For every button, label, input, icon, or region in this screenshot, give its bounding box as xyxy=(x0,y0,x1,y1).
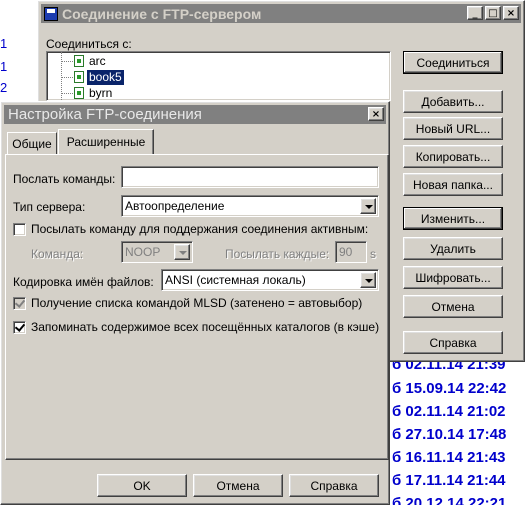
edit-button[interactable]: Изменить... xyxy=(403,207,503,230)
advanced-tab-panel: Послать команды: Тип сервера: Автоопреде… xyxy=(5,154,389,460)
send-every-value: 90 xyxy=(339,245,353,259)
background-date: б 27.10.14 17:48 xyxy=(392,426,507,443)
add-button-label: Добавить... xyxy=(421,94,485,109)
tab-general[interactable]: Общие xyxy=(7,132,57,154)
maximize-button[interactable]: □ xyxy=(485,6,501,20)
cancel-button[interactable]: Отмена xyxy=(403,295,503,318)
server-tree[interactable]: arc book5 byrn xyxy=(46,51,391,102)
new-url-button[interactable]: Новый URL... xyxy=(403,117,503,140)
background-date: б 15.09.14 22:42 xyxy=(392,380,507,397)
ok-button[interactable]: OK xyxy=(97,474,187,497)
background-date: б 20.12.14 22:21 xyxy=(392,495,507,505)
ok-button-label: OK xyxy=(133,478,151,493)
tree-connector xyxy=(61,93,73,94)
close-button[interactable]: × xyxy=(503,6,519,20)
copy-button[interactable]: Копировать... xyxy=(403,145,503,168)
settings-dialog-title: Настройка FTP-соединения xyxy=(8,106,202,123)
edit-button-label: Изменить... xyxy=(420,211,486,226)
encrypt-button[interactable]: Шифровать... xyxy=(403,266,503,289)
send-every-input[interactable]: 90 xyxy=(335,241,367,263)
mlsd-checkbox[interactable] xyxy=(13,297,26,310)
encrypt-button-label: Шифровать... xyxy=(415,270,491,285)
add-button[interactable]: Добавить... xyxy=(403,90,503,113)
tree-item-label: arc xyxy=(89,53,106,68)
ftp-site-icon xyxy=(74,71,84,83)
mlsd-label: Получение списка командой MLSD (затенено… xyxy=(31,296,363,310)
new-url-button-label: Новый URL... xyxy=(415,121,491,136)
help-button-label: Справка xyxy=(429,335,477,350)
ftp-site-icon xyxy=(74,55,84,67)
send-every-unit: s xyxy=(370,247,376,261)
background-text: 1 xyxy=(0,59,8,74)
cancel-button-label: Отмена xyxy=(216,478,260,493)
tab-advanced[interactable]: Расширенные xyxy=(58,129,154,154)
background-date: б 02.11.14 21:02 xyxy=(392,403,506,420)
ftp-site-icon xyxy=(74,87,84,99)
command-value: NOOP xyxy=(125,245,161,259)
tree-item-arc[interactable]: arc xyxy=(47,53,390,69)
chevron-down-icon[interactable] xyxy=(360,198,376,214)
tree-connector xyxy=(61,61,73,62)
background-date: б 16.11.14 21:43 xyxy=(392,449,506,466)
server-type-value: Автоопределение xyxy=(125,199,225,213)
tab-general-label: Общие xyxy=(12,136,52,151)
floppy-disk-icon xyxy=(44,6,58,21)
tree-item-label: byrn xyxy=(89,85,113,100)
remember-checkbox[interactable] xyxy=(13,321,26,334)
background-text: 2 xyxy=(0,80,8,95)
tab-advanced-label: Расширенные xyxy=(66,135,146,149)
send-commands-label: Послать команды: xyxy=(13,172,116,186)
send-commands-input[interactable] xyxy=(121,166,379,188)
keepalive-checkbox[interactable] xyxy=(13,223,26,236)
ftp-window-title: Соединение с FTP-сервером xyxy=(62,5,262,22)
remember-row: Запоминать содержимое всех посещённых ка… xyxy=(6,315,386,339)
cancel-button[interactable]: Отмена xyxy=(193,474,283,497)
server-type-select[interactable]: Автоопределение xyxy=(121,195,379,217)
send-every-label: Посылать каждые: xyxy=(225,247,330,261)
ftp-settings-dialog: Настройка FTP-соединения × Общие Расшире… xyxy=(0,101,390,505)
command-label: Команда: xyxy=(31,247,84,261)
settings-dialog-titlebar[interactable]: Настройка FTP-соединения × xyxy=(4,105,386,124)
cancel-button-label: Отмена xyxy=(431,299,475,314)
new-folder-button[interactable]: Новая папка... xyxy=(403,173,503,196)
help-button[interactable]: Справка xyxy=(403,331,503,354)
delete-button[interactable]: Удалить xyxy=(403,237,503,260)
background-date: б 17.11.14 21:44 xyxy=(392,472,506,489)
ftp-window-titlebar[interactable]: Соединение с FTP-сервером _ □ × xyxy=(41,4,521,23)
chevron-down-icon[interactable] xyxy=(360,272,376,288)
command-select[interactable]: NOOP xyxy=(121,241,193,263)
help-button-label: Справка xyxy=(310,478,358,493)
background-file-list: б 02.11.14 21:39 б 15.09.14 22:42 б 02.1… xyxy=(382,352,525,505)
background-text: 1 xyxy=(0,36,8,51)
copy-button-label: Копировать... xyxy=(415,149,491,164)
tree-item-label: book5 xyxy=(87,69,124,85)
new-folder-button-label: Новая папка... xyxy=(413,177,493,192)
chevron-down-icon[interactable] xyxy=(174,244,190,260)
connect-to-label: Соединиться с: xyxy=(46,37,132,51)
encoding-value: ANSI (системная локаль) xyxy=(165,273,306,287)
encoding-label: Кодировка имён файлов: xyxy=(13,275,154,289)
connect-button-label: Соединиться xyxy=(416,55,490,70)
connect-button[interactable]: Соединиться xyxy=(403,51,503,74)
help-button[interactable]: Справка xyxy=(289,474,379,497)
tree-item-book5[interactable]: book5 xyxy=(47,69,390,85)
keepalive-label: Посылать команду для поддержания соедине… xyxy=(31,222,369,236)
delete-button-label: Удалить xyxy=(430,241,476,256)
tree-connector xyxy=(61,77,73,78)
remember-label: Запоминать содержимое всех посещённых ка… xyxy=(31,320,380,334)
minimize-button[interactable]: _ xyxy=(467,6,483,20)
server-type-label: Тип сервера: xyxy=(13,200,86,214)
tree-item-byrn[interactable]: byrn xyxy=(47,85,390,101)
close-button[interactable]: × xyxy=(368,107,384,121)
encoding-select[interactable]: ANSI (системная локаль) xyxy=(161,269,379,291)
